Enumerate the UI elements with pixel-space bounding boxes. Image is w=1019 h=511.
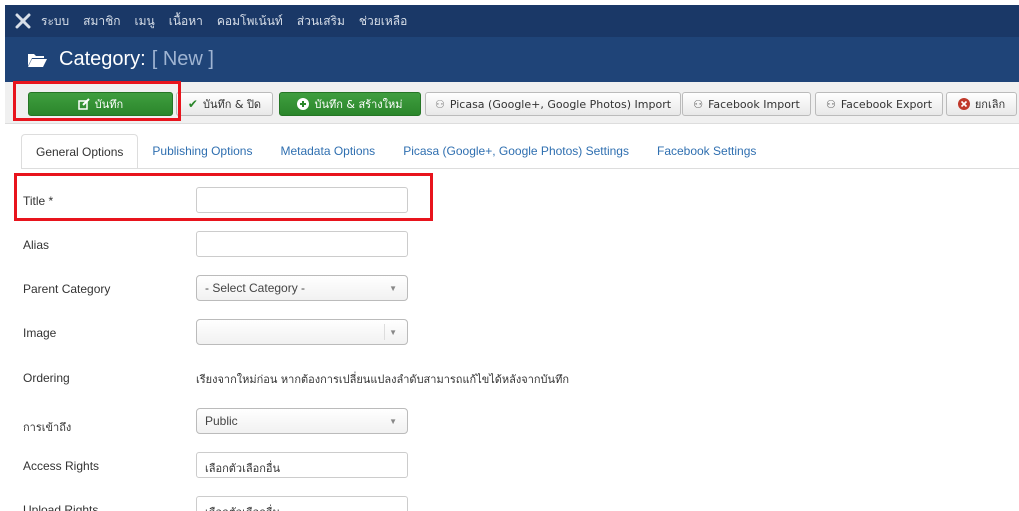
facebook-import-icon: ⚇ <box>693 97 704 111</box>
access-label: การเข้าถึง <box>23 421 72 434</box>
top-menu-bar: ระบบ สมาชิก เมนู เนื้อหา คอมโพเน้นท์ ส่ว… <box>5 5 1019 37</box>
menu-item-users[interactable]: สมาชิก <box>83 12 120 31</box>
title-field-highlight <box>14 173 433 221</box>
ordering-label: Ordering <box>23 371 70 385</box>
cancel-button[interactable]: ยกเลิก <box>946 92 1017 116</box>
access-rights-label: Access Rights <box>23 459 100 473</box>
parent-category-select[interactable]: - Select Category - ▼ <box>196 275 408 301</box>
facebook-export-label: Facebook Export <box>840 97 933 111</box>
image-label: Image <box>23 326 57 340</box>
joomla-logo-icon[interactable] <box>5 5 41 37</box>
image-select[interactable]: ▼ <box>196 319 408 345</box>
chevron-down-icon: ▼ <box>389 417 397 426</box>
menu-item-help[interactable]: ช่วยเหลือ <box>359 12 408 31</box>
save-close-button[interactable]: ✔ บันทึก & ปิด <box>176 92 273 116</box>
menu-item-system[interactable]: ระบบ <box>41 12 69 31</box>
folder-open-icon <box>27 52 47 68</box>
access-value: Public <box>205 414 238 428</box>
select-separator <box>384 324 385 340</box>
facebook-import-button[interactable]: ⚇ Facebook Import <box>682 92 811 116</box>
parent-category-value: - Select Category - <box>205 281 306 295</box>
page-title: Category: <box>59 48 146 70</box>
chevron-down-icon: ▼ <box>389 284 397 293</box>
tab-facebook-settings[interactable]: Facebook Settings <box>643 134 770 169</box>
cancel-label: ยกเลิก <box>974 98 1006 111</box>
save-new-button[interactable]: บันทึก & สร้างใหม่ <box>279 92 421 116</box>
check-icon: ✔ <box>187 97 198 111</box>
menu-item-extensions[interactable]: ส่วนเสริม <box>297 12 345 31</box>
tab-general-options[interactable]: General Options <box>21 134 139 169</box>
tab-picasa-settings[interactable]: Picasa (Google+, Google Photos) Settings <box>389 134 643 169</box>
alias-label: Alias <box>23 238 50 252</box>
parent-category-label: Parent Category <box>23 282 111 296</box>
upload-rights-label: Upload Rights <box>23 503 99 511</box>
page-title-bar: Category: [ New ] <box>5 37 1019 82</box>
access-rights-input[interactable]: เลือกตัวเลือกอื่น <box>196 452 408 478</box>
facebook-export-icon: ⚇ <box>825 97 836 111</box>
menu-item-components[interactable]: คอมโพเน้นท์ <box>217 12 283 31</box>
picasa-icon: ⚇ <box>434 97 445 111</box>
tab-bar: General Options Publishing Options Metad… <box>21 134 770 169</box>
chevron-down-icon: ▼ <box>389 328 397 337</box>
facebook-import-label: Facebook Import <box>708 97 800 111</box>
picasa-import-label: Picasa (Google+, Google Photos) Import <box>449 97 672 111</box>
access-select[interactable]: Public ▼ <box>196 408 408 434</box>
tab-metadata-options[interactable]: Metadata Options <box>266 134 389 169</box>
menu-item-content[interactable]: เนื้อหา <box>169 12 203 31</box>
ordering-note: เรียงจากใหม่ก่อน หากต้องการเปลี่ยนแปลงลำ… <box>196 373 569 386</box>
tab-publishing-options[interactable]: Publishing Options <box>138 134 266 169</box>
facebook-export-button[interactable]: ⚇ Facebook Export <box>815 92 943 116</box>
tab-divider <box>21 168 1019 169</box>
save-close-label: บันทึก & ปิด <box>202 98 262 111</box>
upload-rights-input[interactable]: เลือกตัวเลือกอื่น <box>196 496 408 511</box>
plus-circle-icon <box>297 98 310 110</box>
save-button-highlight <box>13 81 181 121</box>
page-subtitle: [ New ] <box>151 48 214 70</box>
menu-item-menus[interactable]: เมนู <box>135 12 155 31</box>
save-new-label: บันทึก & สร้างใหม่ <box>314 98 403 111</box>
cancel-icon <box>957 98 970 110</box>
picasa-import-button[interactable]: ⚇ Picasa (Google+, Google Photos) Import <box>425 92 681 116</box>
alias-input[interactable] <box>196 231 408 257</box>
